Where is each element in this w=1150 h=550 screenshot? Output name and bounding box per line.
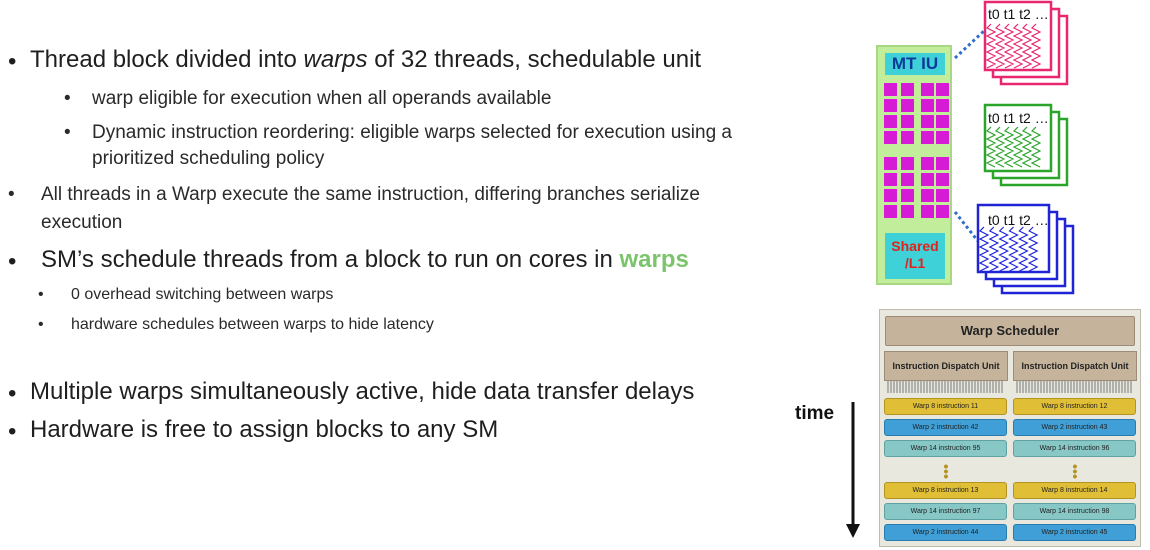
instruction-left: Warp 2 instruction 42	[884, 419, 1007, 436]
warp-scheduler: Warp Scheduler Instruction Dispatch Unit…	[879, 309, 1141, 547]
instruction-right: Warp 14 instruction 98	[1013, 503, 1136, 520]
ellipsis-dots: • • •	[1072, 458, 1078, 484]
dispatch-lines	[887, 381, 1132, 393]
time-arrow-head	[846, 524, 860, 538]
ellipsis-dots: • • •	[943, 458, 949, 484]
instruction-left: Warp 2 instruction 44	[884, 524, 1007, 541]
warp-connector	[953, 28, 987, 60]
instruction-right: Warp 14 instruction 96	[1013, 440, 1136, 457]
bullet-dot: •	[38, 316, 44, 333]
instruction-right: Warp 2 instruction 43	[1013, 419, 1136, 436]
warp-3-threads-label: t0 t1 t2 …	[988, 212, 1049, 228]
instruction-right: Warp 8 instruction 14	[1013, 482, 1136, 499]
instruction-left: Warp 14 instruction 97	[884, 503, 1007, 520]
bullet-assign-blocks: Hardware is free to assign blocks to any…	[30, 416, 499, 443]
bullet-dot: •	[8, 418, 17, 445]
dispatch-unit-left: Instruction Dispatch Unit	[884, 351, 1008, 381]
bullet-multiple-warps: Multiple warps simultaneously active, hi…	[30, 378, 695, 405]
sub-bullet-latency: hardware schedules between warps to hide…	[71, 316, 434, 333]
dispatch-unit-right: Instruction Dispatch Unit	[1013, 351, 1137, 381]
instruction-left: Warp 14 instruction 95	[884, 440, 1007, 457]
warp-scheduler-title: Warp Scheduler	[885, 316, 1135, 346]
instruction-right: Warp 8 instruction 12	[1013, 398, 1136, 415]
instruction-right: Warp 2 instruction 45	[1013, 524, 1136, 541]
time-arrow	[846, 402, 860, 538]
warp-2-threads-label: t0 t1 t2 …	[988, 110, 1049, 126]
warp-stacks	[953, 0, 1075, 295]
instruction-left: Warp 8 instruction 13	[884, 482, 1007, 499]
instruction-left: Warp 8 instruction 11	[884, 398, 1007, 415]
warp-1-threads-label: t0 t1 t2 …	[988, 6, 1049, 22]
bullet-dot: •	[8, 380, 17, 407]
time-label: time	[795, 403, 835, 424]
